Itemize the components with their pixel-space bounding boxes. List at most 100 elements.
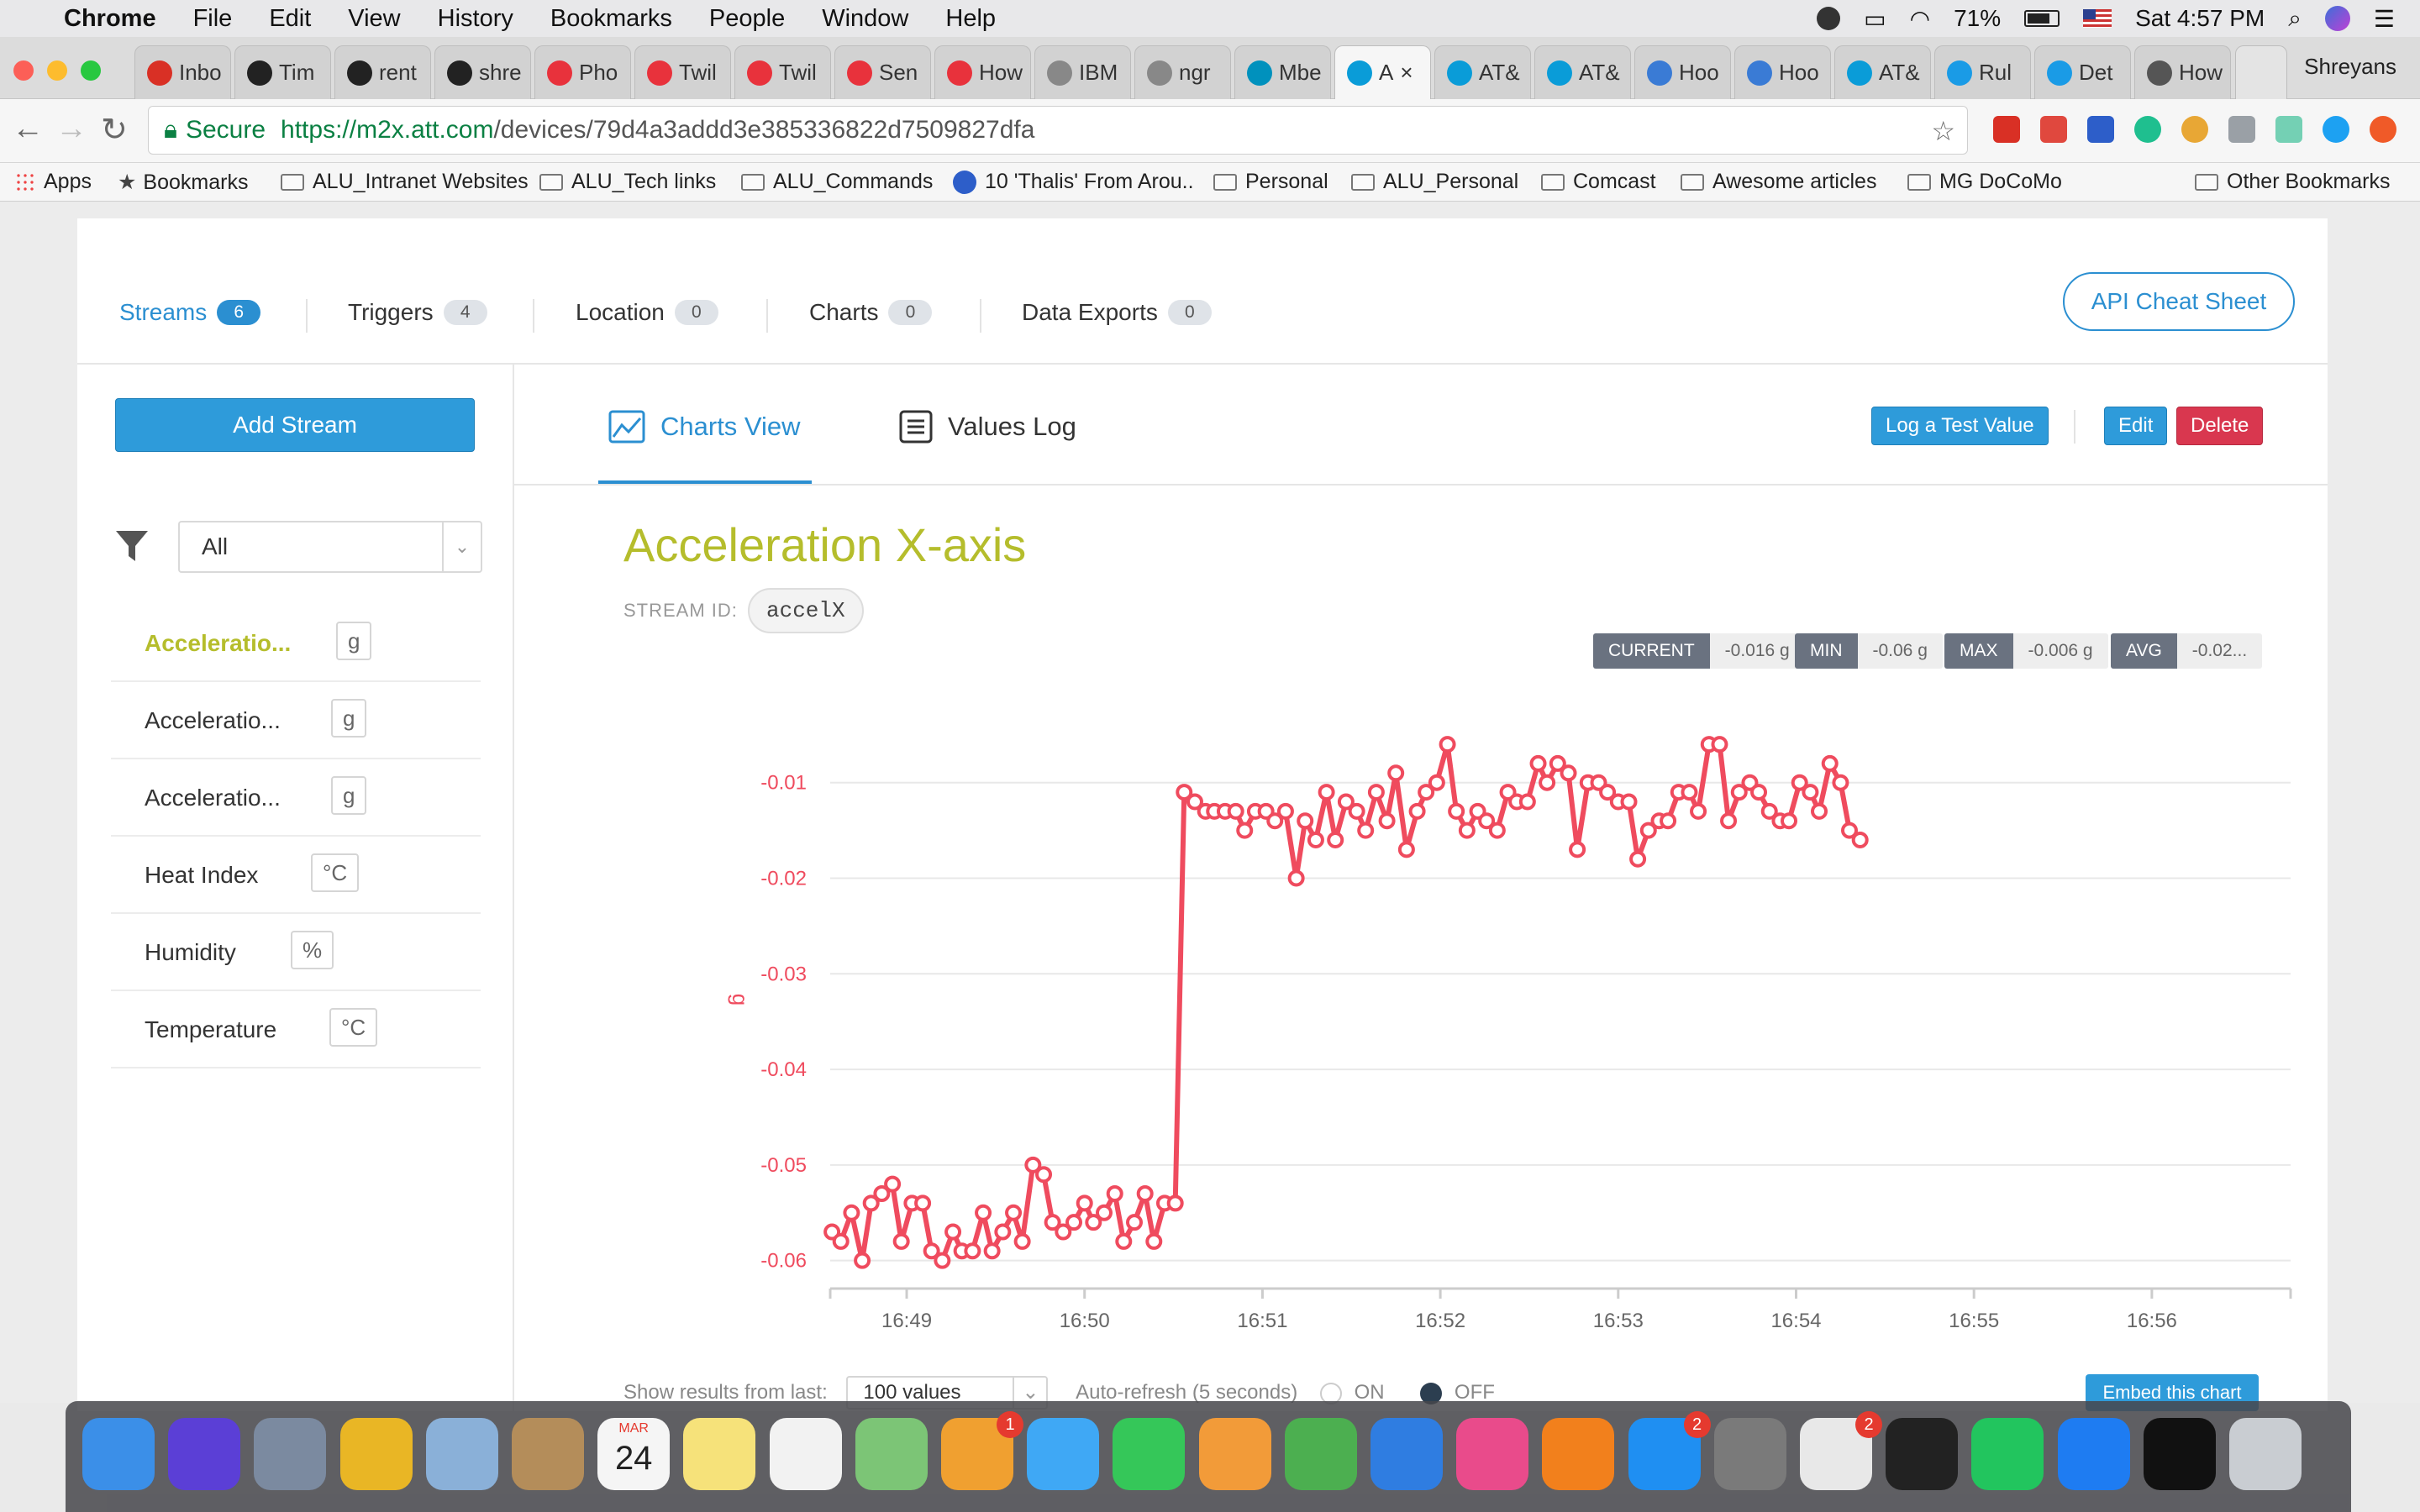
new-tab-button[interactable] xyxy=(2235,45,2287,99)
browser-tab[interactable]: How xyxy=(2134,45,2231,99)
stream-item[interactable]: Temperature °C xyxy=(111,991,481,1068)
stream-item[interactable]: Heat Index °C xyxy=(111,837,481,914)
terminal-icon[interactable] xyxy=(1886,1418,1959,1490)
bookmark-folder[interactable]: Awesome articles xyxy=(1681,170,1876,194)
trash-icon[interactable] xyxy=(2229,1418,2302,1490)
browser-tab[interactable]: Twil xyxy=(734,45,831,99)
maximize-window-button[interactable] xyxy=(81,60,101,81)
stream-line-chart[interactable]: -0.01 -0.02 -0.03 -0.04 -0.05 -0.06 g 16:49 16:5… xyxy=(623,722,2321,1361)
profile-name[interactable]: Shreyans xyxy=(2304,54,2396,80)
browser-tab[interactable]: Twil xyxy=(634,45,731,99)
airplay-icon[interactable]: ▭ xyxy=(1864,5,1886,33)
nav-triggers[interactable]: Triggers 4 xyxy=(348,299,487,326)
bookmark-folder[interactable]: ALU_Intranet Websites xyxy=(281,170,529,194)
add-stream-button[interactable]: Add Stream xyxy=(115,398,475,452)
screen-icon[interactable] xyxy=(2143,1418,2216,1490)
extension-icon-8[interactable] xyxy=(2323,116,2349,143)
browser-tab[interactable]: AT& xyxy=(1534,45,1631,99)
browser-tab[interactable]: IBM xyxy=(1034,45,1131,99)
tab-charts-view[interactable]: Charts View xyxy=(608,410,801,444)
stream-item[interactable]: Acceleratio... g xyxy=(111,759,481,837)
ibooks-icon[interactable] xyxy=(1542,1418,1615,1490)
facetime-icon[interactable] xyxy=(1113,1418,1186,1490)
browser-tab[interactable]: Rul xyxy=(1934,45,2031,99)
stream-item[interactable]: Humidity % xyxy=(111,914,481,991)
browser-tab[interactable]: Hoo xyxy=(1634,45,1731,99)
bookmark-star-icon[interactable]: ☆ xyxy=(1931,115,1955,147)
extension-icon-9[interactable] xyxy=(2370,116,2396,143)
tab-values-log[interactable]: Values Log xyxy=(899,410,1076,444)
bookmark-site[interactable]: 10 'Thalis' From Arou.. xyxy=(953,170,1194,194)
reload-icon[interactable]: ↻ xyxy=(101,111,128,149)
log-test-value-button[interactable]: Log a Test Value xyxy=(1871,407,2049,445)
contacts-icon[interactable] xyxy=(512,1418,584,1490)
menu-edit[interactable]: Edit xyxy=(269,5,311,33)
messages-icon[interactable] xyxy=(1027,1418,1100,1490)
menu-people[interactable]: People xyxy=(709,5,785,33)
browser-tab[interactable]: How xyxy=(934,45,1031,99)
extension-icon-4[interactable] xyxy=(2134,116,2161,143)
siri-icon[interactable] xyxy=(2324,6,2350,31)
menu-history[interactable]: History xyxy=(438,5,513,33)
browser-tab[interactable]: Pho xyxy=(534,45,631,99)
close-tab-icon[interactable]: × xyxy=(1400,60,1413,86)
browser-tab[interactable]: Hoo xyxy=(1734,45,1831,99)
clock[interactable]: Sat 4:57 PM xyxy=(2135,5,2265,32)
flag-icon[interactable] xyxy=(2083,9,2112,28)
extension-icon-1[interactable] xyxy=(1993,116,2020,143)
notification-center-icon[interactable]: ☰ xyxy=(2374,5,2395,33)
delete-button[interactable]: Delete xyxy=(2176,407,2264,445)
extension-icon-3[interactable] xyxy=(2087,116,2114,143)
menu-app-name[interactable]: Chrome xyxy=(64,5,156,33)
extension-icon-7[interactable] xyxy=(2275,116,2302,143)
extension-icon-2[interactable] xyxy=(2040,116,2067,143)
status-app-icon[interactable] xyxy=(1817,7,1841,30)
browser-tab[interactable]: Mbe xyxy=(1234,45,1331,99)
browser-tab[interactable]: Sen xyxy=(834,45,931,99)
safari-icon[interactable] xyxy=(2057,1418,2130,1490)
menu-window[interactable]: Window xyxy=(822,5,908,33)
browser-tab[interactable]: AT& xyxy=(1834,45,1931,99)
battery-icon[interactable] xyxy=(2024,10,2060,27)
pycharm-icon[interactable] xyxy=(1971,1418,2044,1490)
numbers-icon[interactable] xyxy=(1284,1418,1357,1490)
menu-help[interactable]: Help xyxy=(945,5,996,33)
stream-filter-select[interactable]: All ⌄ xyxy=(178,521,482,573)
api-cheat-sheet-button[interactable]: API Cheat Sheet xyxy=(2063,272,2295,331)
minimize-window-button[interactable] xyxy=(47,60,67,81)
bookmark-folder[interactable]: ALU_Tech links xyxy=(539,170,716,194)
back-icon[interactable]: ← xyxy=(12,111,44,147)
nav-charts[interactable]: Charts 0 xyxy=(809,299,933,326)
bookmark-bookmarks[interactable]: ★ Bookmarks xyxy=(118,170,248,195)
bookmark-apps[interactable]: Apps xyxy=(15,170,92,194)
menu-file[interactable]: File xyxy=(193,5,233,33)
bookmark-folder[interactable]: ALU_Personal xyxy=(1351,170,1518,194)
browser-tab[interactable]: Tim xyxy=(234,45,331,99)
pages-icon[interactable] xyxy=(1198,1418,1271,1490)
extension-icon-6[interactable] xyxy=(2228,116,2255,143)
extension-icon-5[interactable] xyxy=(2181,116,2208,143)
system-preferences-icon[interactable] xyxy=(1713,1418,1786,1490)
notes-icon[interactable] xyxy=(683,1418,756,1490)
maps-icon[interactable] xyxy=(855,1418,928,1490)
other-bookmarks[interactable]: Other Bookmarks xyxy=(2195,170,2391,194)
chrome-icon[interactable] xyxy=(339,1418,413,1490)
reminders-icon[interactable] xyxy=(769,1418,842,1490)
browser-tab[interactable]: AT& xyxy=(1434,45,1531,99)
nav-streams[interactable]: Streams 6 xyxy=(119,299,261,326)
spotlight-search-icon[interactable]: ⌕ xyxy=(2288,5,2302,33)
bookmark-folder[interactable]: MG DoCoMo xyxy=(1907,170,2062,194)
browser-tab[interactable]: ngr xyxy=(1134,45,1231,99)
browser-tab[interactable]: A × xyxy=(1334,45,1431,99)
bookmark-folder[interactable]: Comcast xyxy=(1541,170,1656,194)
bookmark-folder[interactable]: ALU_Commands xyxy=(741,170,933,194)
menu-bookmarks[interactable]: Bookmarks xyxy=(550,5,672,33)
browser-tab[interactable]: shre xyxy=(434,45,531,99)
itunes-icon[interactable] xyxy=(1456,1418,1529,1490)
calendar-icon[interactable]: MAR 24 xyxy=(597,1418,671,1490)
wifi-icon[interactable]: ◠ xyxy=(1910,5,1930,33)
nav-data-exports[interactable]: Data Exports 0 xyxy=(1022,299,1212,326)
preview-icon[interactable] xyxy=(425,1418,498,1490)
forward-icon[interactable]: → xyxy=(55,111,87,147)
browser-tab[interactable]: rent xyxy=(334,45,431,99)
